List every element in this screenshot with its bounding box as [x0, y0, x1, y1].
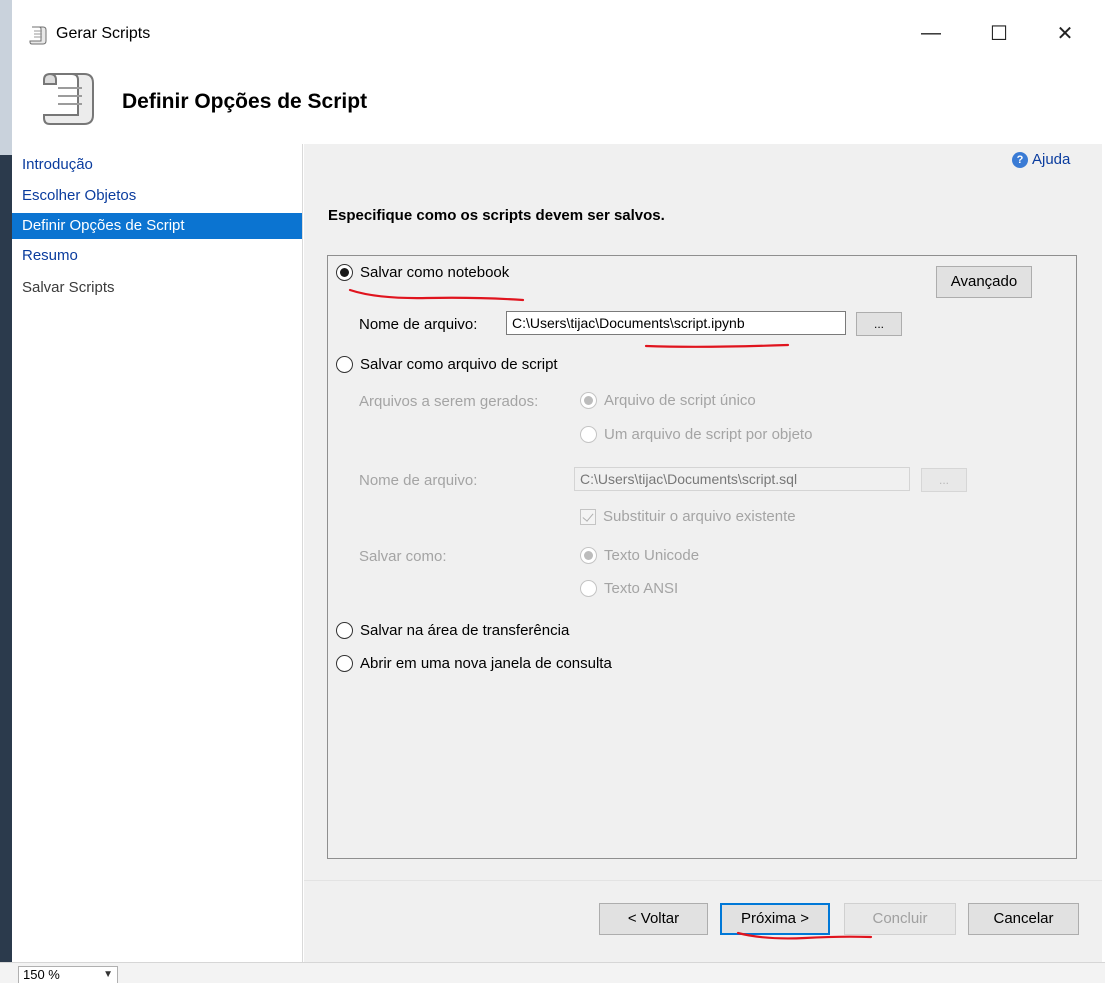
background-window-edge-light [0, 0, 12, 155]
radio-label: Um arquivo de script por objeto [604, 426, 813, 443]
finish-button: Concluir [844, 903, 956, 935]
notebook-browse-button[interactable]: ... [856, 312, 902, 336]
radio-label: Arquivo de script único [604, 392, 756, 409]
radio-label: Abrir em uma nova janela de consulta [360, 655, 612, 672]
generate-scripts-dialog: Gerar Scripts — ☐ ✕ Definir Opções de Sc… [12, 0, 1102, 962]
radio-button [580, 547, 597, 564]
instruction-text: Especifique como os scripts devem ser sa… [328, 207, 665, 224]
files-to-generate-label: Arquivos a serem gerados: [359, 393, 539, 410]
cancel-button[interactable]: Cancelar [968, 903, 1079, 935]
back-button[interactable]: < Voltar [599, 903, 708, 935]
radio-save-notebook[interactable]: Salvar como notebook [336, 264, 509, 281]
nav-item-introducao[interactable]: Introdução [12, 152, 302, 178]
content-area: ? Ajuda Especifique como os scripts deve… [304, 144, 1102, 962]
help-link[interactable]: ? Ajuda [1012, 151, 1070, 168]
window-title: Gerar Scripts [56, 25, 151, 42]
radio-label: Salvar na área de transferência [360, 622, 570, 639]
radio-ansi-text: Texto ANSI [580, 580, 678, 597]
zoom-value: 150 % [23, 967, 60, 982]
notebook-filename-label: Nome de arquivo: [359, 316, 478, 333]
nav-item-resumo[interactable]: Resumo [12, 243, 302, 269]
title-bar[interactable]: Gerar Scripts — ☐ ✕ [12, 0, 1102, 58]
wizard-navigation: Introdução Escolher Objetos Definir Opçõ… [12, 144, 303, 962]
radio-button [580, 392, 597, 409]
checkbox [580, 508, 596, 525]
radio-label: Texto Unicode [604, 547, 700, 564]
checkbox-label: Substituir o arquivo existente [603, 508, 796, 525]
advanced-button[interactable]: Avançado [936, 266, 1032, 298]
radio-button [580, 580, 597, 597]
radio-button[interactable] [336, 356, 353, 373]
scroll-icon [29, 26, 47, 45]
radio-unicode-text: Texto Unicode [580, 547, 699, 564]
radio-button[interactable] [336, 264, 353, 281]
chevron-down-icon: ▼ [103, 969, 113, 980]
radio-one-file-per-object: Um arquivo de script por objeto [580, 426, 812, 443]
radio-new-query-window[interactable]: Abrir em uma nova janela de consulta [336, 655, 612, 672]
footer-divider [304, 880, 1102, 881]
radio-button[interactable] [336, 655, 353, 672]
radio-save-clipboard[interactable]: Salvar na área de transferência [336, 622, 569, 639]
close-button[interactable]: ✕ [1042, 15, 1088, 51]
scroll-icon [43, 72, 94, 125]
help-icon: ? [1012, 151, 1028, 168]
maximize-button[interactable]: ☐ [976, 15, 1022, 51]
radio-label: Texto ANSI [604, 580, 679, 597]
checkbox-overwrite-file: Substituir o arquivo existente [580, 508, 796, 525]
help-label: Ajuda [1032, 151, 1071, 168]
minimize-button[interactable]: — [908, 15, 954, 51]
zoom-select[interactable]: 150 % ▼ [18, 966, 118, 983]
nav-item-escolher-objetos[interactable]: Escolher Objetos [12, 183, 302, 209]
status-bar: 150 % ▼ [0, 962, 1105, 983]
nav-item-definir-opcoes[interactable]: Definir Opções de Script [12, 213, 302, 239]
nav-item-salvar-scripts: Salvar Scripts [22, 279, 115, 296]
options-panel: Salvar como notebook Avançado Nome de ar… [327, 255, 1077, 859]
script-browse-button: ... [921, 468, 967, 492]
radio-button [580, 426, 597, 443]
page-title: Definir Opções de Script [122, 90, 368, 113]
script-filename-label: Nome de arquivo: [359, 472, 478, 489]
radio-save-script-file[interactable]: Salvar como arquivo de script [336, 356, 558, 373]
next-button[interactable]: Próxima > [720, 903, 830, 935]
save-as-label: Salvar como: [359, 548, 447, 565]
radio-label: Salvar como notebook [360, 264, 510, 281]
wizard-header: Definir Opções de Script [12, 58, 1102, 144]
radio-single-script-file: Arquivo de script único [580, 392, 756, 409]
radio-label: Salvar como arquivo de script [360, 356, 558, 373]
notebook-filename-input[interactable]: C:\Users\tijac\Documents\script.ipynb [506, 311, 846, 335]
script-filename-input: C:\Users\tijac\Documents\script.sql [574, 467, 910, 491]
radio-button[interactable] [336, 622, 353, 639]
